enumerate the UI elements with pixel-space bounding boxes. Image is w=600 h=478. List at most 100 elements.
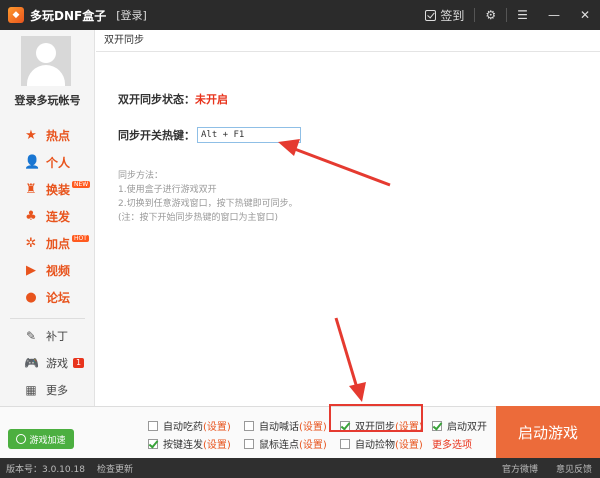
sidebar-item-label: 视频 (46, 264, 71, 278)
checkin-button[interactable]: 签到 (415, 0, 474, 30)
checkbox-checked[interactable] (148, 438, 158, 449)
more-options-link[interactable]: 更多选项 (432, 436, 472, 451)
menu-button[interactable]: ☰ (507, 0, 538, 30)
minimize-icon: — (547, 8, 560, 22)
title-bar: ◆ 多玩DNF盒子 [登录] 签到 ⚙ ☰ — ✕ (0, 0, 600, 30)
official-weibo-link[interactable]: 官方微博 (502, 462, 538, 475)
sidebar-item-personal[interactable]: 👤 个人 (0, 149, 95, 176)
settings-link[interactable]: (设置) (395, 436, 423, 451)
status-bar: 版本号：3.0.10.18 检查更新 官方微博 意见反馈 (0, 458, 600, 478)
sidebar-item-label: 加点 (46, 237, 71, 251)
sidebar-item-label: 热点 (46, 129, 71, 143)
sidebar-item-label: 游戏 (46, 356, 68, 370)
games-count-badge: 1 (73, 357, 85, 368)
option-label: 自动吃药 (163, 422, 203, 433)
sidebar-item-rapidfire[interactable]: ♣ 连发 (0, 203, 95, 230)
patch-icon: ✎ (25, 328, 37, 343)
speed-icon (16, 434, 27, 444)
settings-link[interactable]: (设置) (299, 418, 327, 433)
new-badge: NEW (72, 181, 91, 188)
option-label: 启动双开 (447, 422, 487, 433)
sync-status-value: 未开启 (195, 93, 228, 106)
hotkey-label: 同步开关热键： (118, 129, 195, 142)
play-icon: ▶ (26, 262, 36, 278)
main-panel: 双开同步 双开同步状态：未开启 同步开关热键： Alt + F1 同步方法： 1… (96, 30, 600, 406)
checkbox[interactable] (244, 420, 254, 431)
settings-button[interactable]: ⚙ (475, 0, 506, 30)
login-link[interactable]: [登录] (116, 7, 147, 23)
sidebar-item-label: 论坛 (46, 291, 71, 305)
help-line: 1.使用盒子进行游戏双开 (118, 185, 217, 195)
hot-badge: HOT (72, 235, 89, 242)
help-line: 2.切换到任意游戏窗口，按下热键即可同步。 (118, 199, 298, 209)
hotkey-input[interactable]: Alt + F1 (197, 127, 301, 143)
settings-link[interactable]: (设置) (203, 418, 231, 433)
sync-status-row: 双开同步状态：未开启 (118, 91, 228, 107)
tree-icon: ♣ (25, 208, 37, 224)
grid-icon: ▦ (25, 382, 37, 397)
checkbox-checked[interactable] (432, 420, 442, 431)
chat-icon: ● (25, 289, 37, 305)
annotation-highlight-box (329, 404, 423, 432)
checkbox[interactable] (244, 438, 254, 449)
help-note: (注：按下开始同步热键的窗口为主窗口) (118, 213, 279, 223)
option-label: 按键连发 (163, 440, 203, 451)
sidebar: 登录多玩帐号 ★ 热点 👤 个人 ♜ 换装 NEW ♣ 连发 ✲ 加点 HOT … (0, 30, 95, 406)
star-icon: ★ (25, 127, 37, 143)
outfit-icon: ♜ (25, 181, 37, 197)
sidebar-nav: ★ 热点 👤 个人 ♜ 换装 NEW ♣ 连发 ✲ 加点 HOT ▶ 视频 ● … (0, 122, 95, 311)
help-title: 同步方法： (118, 171, 164, 181)
login-account-link[interactable]: 登录多玩帐号 (0, 92, 95, 108)
avatar-body (27, 65, 65, 86)
sync-status-label: 双开同步状态： (118, 93, 195, 106)
checkbox[interactable] (148, 420, 158, 431)
sidebar-item-label: 换装 (46, 183, 71, 197)
option-auto-potion[interactable]: 自动吃药 (设置) (148, 418, 231, 433)
sidebar-item-games[interactable]: 🎮 游戏 1 (0, 349, 95, 376)
start-game-button[interactable]: 启动游戏 (496, 406, 600, 458)
app-title: 多玩DNF盒子 (30, 8, 107, 23)
hotkey-row: 同步开关热键： Alt + F1 (118, 127, 301, 143)
option-label: 自动喊话 (259, 422, 299, 433)
menu-icon: ☰ (517, 8, 528, 22)
check-update-link[interactable]: 检查更新 (97, 462, 133, 475)
feedback-link[interactable]: 意见反馈 (556, 462, 592, 475)
game-speedup-button[interactable]: 游戏加速 (8, 429, 74, 449)
option-launch-dual[interactable]: 启动双开 (432, 418, 487, 433)
sidebar-item-forum[interactable]: ● 论坛 (0, 284, 95, 311)
minimize-button[interactable]: — (538, 0, 570, 30)
checkbox[interactable] (340, 438, 350, 449)
option-label: 鼠标连点 (259, 440, 299, 451)
sidebar-item-video[interactable]: ▶ 视频 (0, 257, 95, 284)
sidebar-item-label: 个人 (46, 156, 71, 170)
settings-link[interactable]: (设置) (203, 436, 231, 451)
version-label: 版本号：3.0.10.18 (6, 464, 85, 475)
sidebar-item-more[interactable]: ▦ 更多 (0, 376, 95, 403)
gamepad-icon: 🎮 (24, 355, 39, 370)
avatar-head (36, 43, 56, 63)
option-auto-pickup[interactable]: 自动捡物 (设置) (340, 436, 423, 451)
sidebar-item-skillpoints[interactable]: ✲ 加点 HOT (0, 230, 95, 257)
sidebar-divider (10, 318, 85, 319)
option-mouse-click[interactable]: 鼠标连点 (设置) (244, 436, 327, 451)
sidebar-item-hot[interactable]: ★ 热点 (0, 122, 95, 149)
sidebar-secondary-nav: ✎ 补丁 🎮 游戏 1 ▦ 更多 (0, 322, 95, 403)
close-icon: ✕ (579, 8, 590, 22)
checkin-label: 签到 (440, 8, 465, 23)
option-auto-shout[interactable]: 自动喊话 (设置) (244, 418, 327, 433)
sidebar-item-label: 连发 (46, 210, 71, 224)
sidebar-item-label: 更多 (46, 383, 68, 397)
sidebar-item-outfit[interactable]: ♜ 换装 NEW (0, 176, 95, 203)
sidebar-item-patch[interactable]: ✎ 补丁 (0, 322, 95, 349)
speed-button-label: 游戏加速 (29, 435, 66, 446)
gear-icon: ⚙ (485, 8, 497, 22)
settings-link[interactable]: (设置) (299, 436, 327, 451)
close-button[interactable]: ✕ (570, 0, 600, 30)
avatar[interactable] (21, 36, 71, 86)
points-icon: ✲ (25, 235, 37, 251)
checkin-icon (425, 9, 437, 21)
option-key-repeat[interactable]: 按键连发 (设置) (148, 436, 231, 451)
option-label: 自动捡物 (355, 440, 395, 451)
help-text: 同步方法： 1.使用盒子进行游戏双开 2.切换到任意游戏窗口，按下热键即可同步。… (118, 169, 298, 225)
sidebar-item-label: 补丁 (46, 329, 68, 343)
